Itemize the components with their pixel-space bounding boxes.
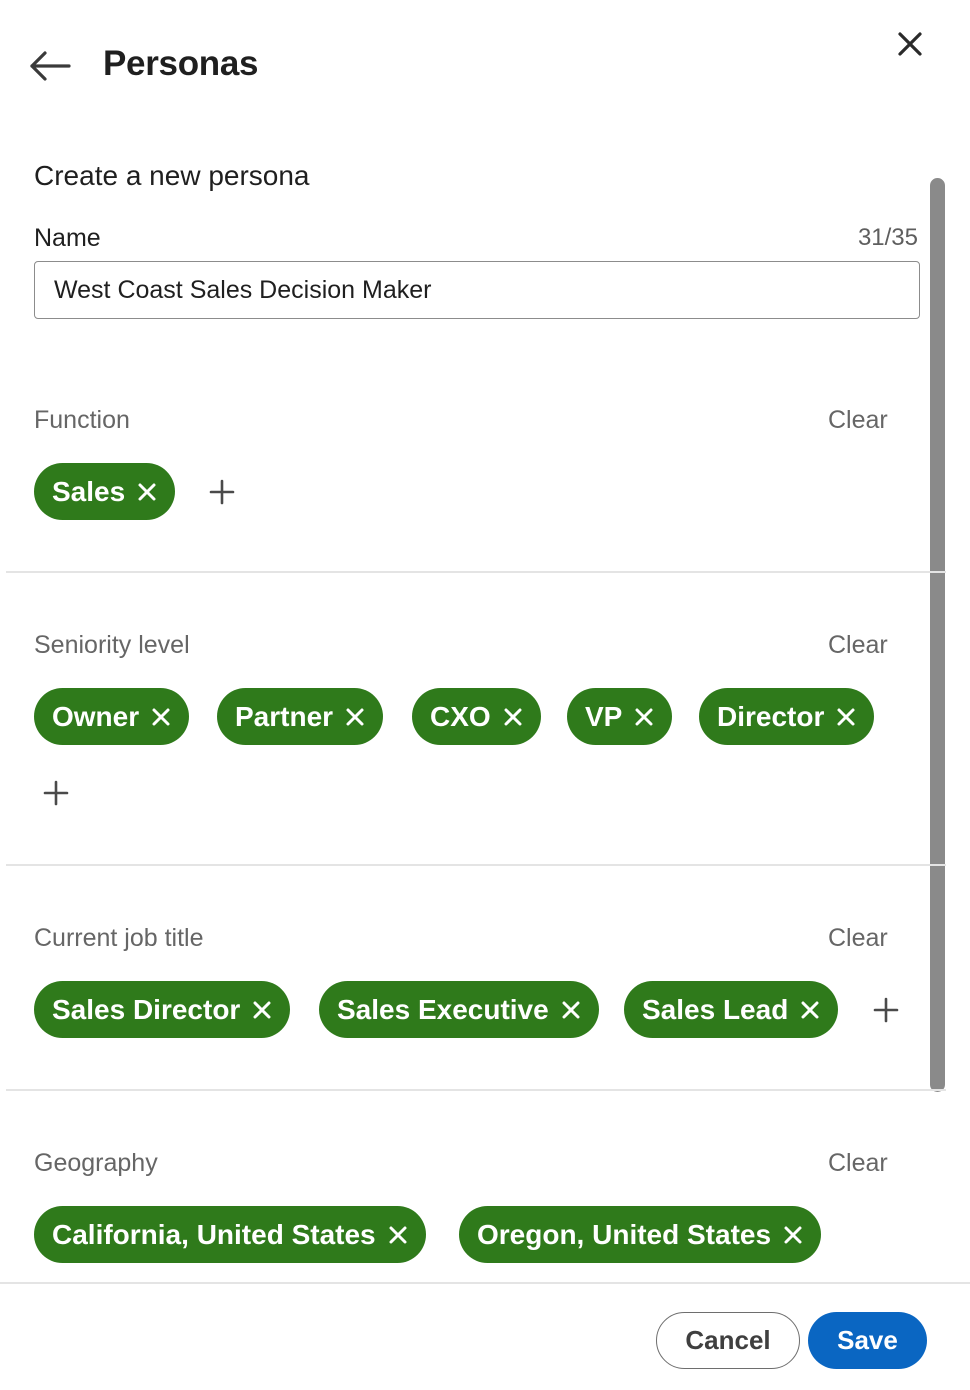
close-button[interactable] xyxy=(894,28,926,60)
remove-icon[interactable] xyxy=(503,707,523,727)
chip-seniority-cxo[interactable]: CXO xyxy=(412,688,541,745)
chip-label: VP xyxy=(585,700,623,732)
plus-icon xyxy=(873,997,899,1023)
function-label: Function xyxy=(34,406,130,434)
job-title-label: Current job title xyxy=(34,924,204,952)
remove-icon[interactable] xyxy=(345,707,365,727)
remove-icon[interactable] xyxy=(151,707,171,727)
chip-job-title-sales-lead[interactable]: Sales Lead xyxy=(624,981,839,1038)
chip-job-title-sales-director[interactable]: Sales Director xyxy=(34,981,291,1038)
chip-label: California, United States xyxy=(52,1218,376,1250)
form-subtitle: Create a new persona xyxy=(34,160,310,191)
section-divider xyxy=(6,1089,946,1091)
modal-header: Personas xyxy=(0,0,970,130)
chip-geography-oregon[interactable]: Oregon, United States xyxy=(459,1206,822,1263)
job-title-add-button[interactable] xyxy=(871,995,901,1025)
chip-seniority-director[interactable]: Director xyxy=(699,688,875,745)
cancel-button[interactable]: Cancel xyxy=(656,1312,800,1369)
chip-seniority-partner[interactable]: Partner xyxy=(217,688,384,745)
chip-function-sales[interactable]: Sales xyxy=(34,463,176,520)
chip-label: Sales Lead xyxy=(642,993,789,1025)
chip-label: CXO xyxy=(430,700,491,732)
seniority-clear-link[interactable]: Clear xyxy=(828,631,888,660)
remove-icon[interactable] xyxy=(800,1000,820,1020)
remove-icon[interactable] xyxy=(561,1000,581,1020)
chip-label: Director xyxy=(717,700,825,732)
chip-geography-california[interactable]: California, United States xyxy=(34,1206,426,1263)
chip-label: Oregon, United States xyxy=(477,1218,772,1250)
arrow-left-icon xyxy=(30,51,71,81)
geography-label: Geography xyxy=(34,1149,158,1177)
save-button[interactable]: Save xyxy=(808,1312,927,1369)
chip-label: Owner xyxy=(52,700,140,732)
job-title-clear-link[interactable]: Clear xyxy=(828,924,888,953)
back-button[interactable] xyxy=(28,44,74,88)
name-character-count: 31/35 xyxy=(857,224,918,251)
chip-label: Sales xyxy=(52,475,126,507)
chip-job-title-sales-executive[interactable]: Sales Executive xyxy=(319,981,599,1038)
page-title: Personas xyxy=(103,44,259,83)
remove-icon[interactable] xyxy=(836,707,856,727)
seniority-label: Seniority level xyxy=(34,631,190,659)
section-divider xyxy=(6,864,946,866)
chip-label: Sales Executive xyxy=(337,993,549,1025)
remove-icon[interactable] xyxy=(137,482,157,502)
plus-icon xyxy=(209,479,235,505)
remove-icon[interactable] xyxy=(634,707,654,727)
close-icon xyxy=(898,32,922,56)
scrollbar[interactable] xyxy=(930,178,945,1092)
remove-icon[interactable] xyxy=(388,1225,408,1245)
name-input[interactable] xyxy=(34,261,920,319)
chip-label: Partner xyxy=(235,700,334,732)
chip-seniority-vp[interactable]: VP xyxy=(567,688,673,745)
geography-clear-link[interactable]: Clear xyxy=(828,1149,888,1178)
remove-icon[interactable] xyxy=(783,1225,803,1245)
chip-label: Sales Director xyxy=(52,993,241,1025)
function-clear-link[interactable]: Clear xyxy=(828,406,888,435)
name-label: Name xyxy=(34,224,101,252)
seniority-add-button[interactable] xyxy=(41,778,71,808)
section-divider xyxy=(6,571,946,573)
remove-icon[interactable] xyxy=(252,1000,272,1020)
plus-icon xyxy=(43,780,69,806)
function-add-button[interactable] xyxy=(207,477,237,507)
chip-seniority-owner[interactable]: Owner xyxy=(34,688,190,745)
